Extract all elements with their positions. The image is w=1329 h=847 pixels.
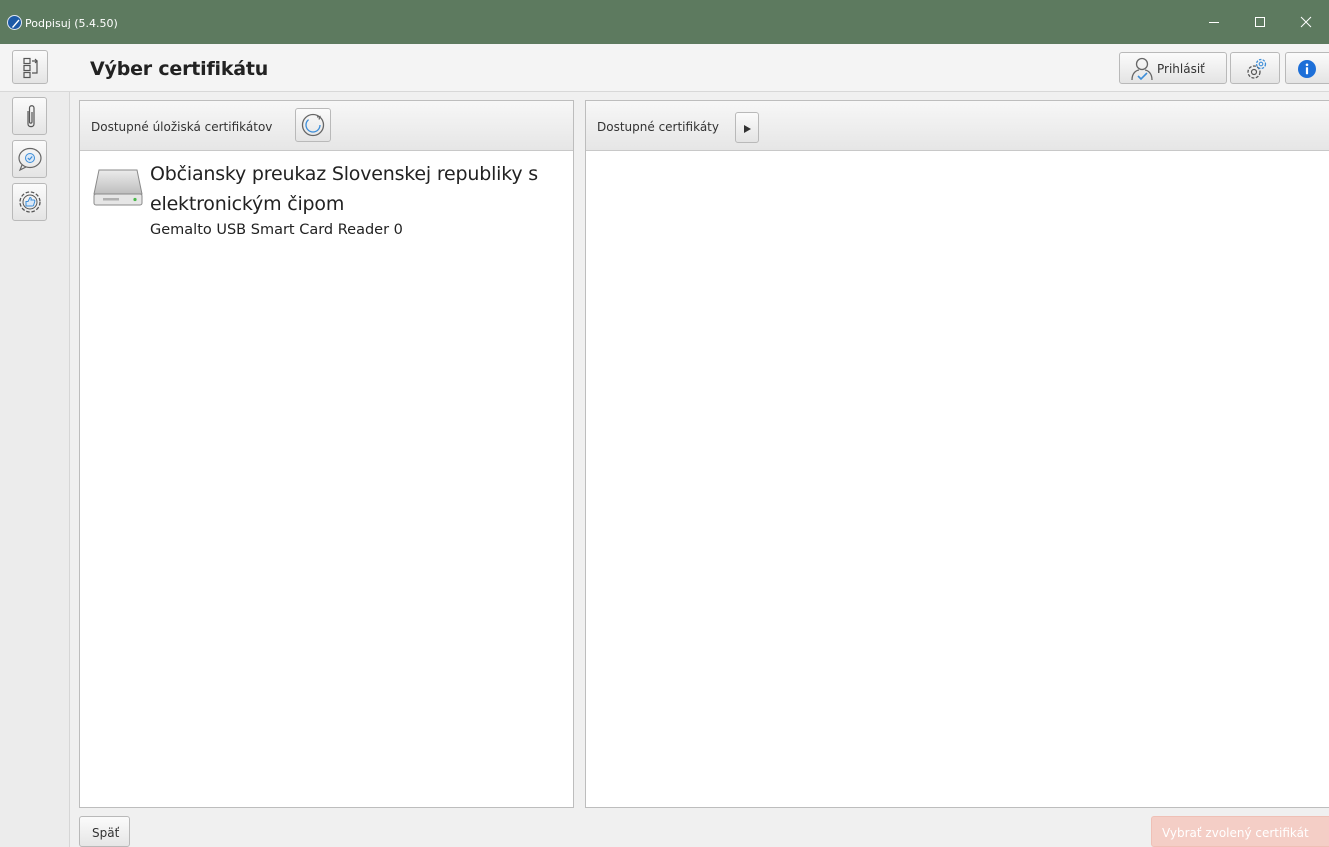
list-item[interactable]: Občiansky preukaz Slovenskej republiky s… (80, 151, 573, 251)
feather-pen-icon (7, 15, 22, 30)
gear-icon (1247, 58, 1267, 79)
page-title: Výber certifikátu (90, 58, 269, 80)
info-button[interactable] (1285, 52, 1329, 84)
certificates-panel-label: Dostupné certifikáty (597, 120, 719, 134)
user-icon (1131, 57, 1153, 81)
back-label: Späť (92, 826, 120, 840)
check-bubble-icon (18, 147, 42, 172)
panel-toggle-button[interactable] (12, 50, 48, 84)
store-reader: Gemalto USB Smart Card Reader 0 (150, 222, 403, 238)
sidebar-item-verify[interactable] (12, 140, 47, 178)
select-certificate-button[interactable]: Vybrať zvolený certifikát (1151, 816, 1329, 847)
minimize-button[interactable] (1191, 9, 1237, 35)
maximize-button[interactable] (1237, 9, 1283, 35)
play-arrow-icon (744, 125, 751, 133)
stores-panel-header: Dostupné úložiská certifikátov (80, 101, 573, 151)
close-button[interactable] (1283, 9, 1329, 35)
maximize-icon (1255, 17, 1265, 27)
expand-button[interactable] (735, 112, 759, 143)
refresh-button[interactable] (295, 108, 331, 142)
header-bar: Výber certifikátu Prihlásiť (0, 44, 1329, 92)
sidebar-item-attachment[interactable] (12, 97, 47, 135)
drive-icon (93, 169, 143, 206)
settings-button[interactable] (1230, 52, 1280, 84)
store-name: Občiansky preukaz Slovenskej republiky s… (150, 163, 538, 215)
paperclip-icon (27, 105, 35, 128)
panel-toggle-icon (23, 57, 38, 79)
back-button[interactable]: Späť (79, 816, 130, 847)
title-bar: Podpisuj (5.4.50) (0, 0, 1329, 44)
login-button[interactable]: Prihlásiť (1119, 52, 1227, 84)
thumbs-up-gear-icon (19, 191, 41, 213)
minimize-icon (1209, 22, 1219, 23)
window-title: Podpisuj (5.4.50) (25, 17, 118, 30)
refresh-icon (301, 113, 325, 137)
certificates-panel: Dostupné certifikáty (585, 100, 1329, 808)
info-icon (1298, 60, 1316, 78)
stores-panel: Dostupné úložiská certifikátov Občiansky… (79, 100, 574, 808)
sidebar-item-sign[interactable] (12, 183, 47, 221)
login-label: Prihlásiť (1157, 62, 1205, 76)
certificates-panel-header: Dostupné certifikáty (586, 101, 1329, 151)
select-certificate-label: Vybrať zvolený certifikát (1162, 826, 1309, 840)
left-sidebar (0, 92, 70, 847)
close-icon (1300, 16, 1312, 28)
stores-panel-label: Dostupné úložiská certifikátov (91, 120, 273, 134)
